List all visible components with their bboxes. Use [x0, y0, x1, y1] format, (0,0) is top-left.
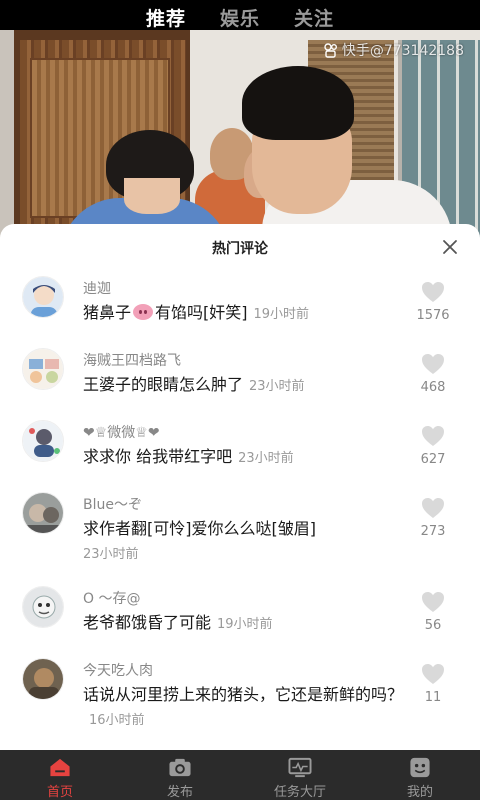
avatar-image-icon: [23, 587, 63, 627]
avatar[interactable]: [22, 658, 64, 700]
avatar[interactable]: [22, 276, 64, 318]
like-control[interactable]: 56: [404, 586, 462, 633]
comment-time: 19小时前: [253, 307, 310, 322]
comment-time: 19小时前: [217, 617, 273, 632]
comment-text-part: 王婆子的眼睛怎么肿了: [83, 375, 244, 394]
avatar[interactable]: [22, 348, 64, 390]
comment-author[interactable]: 迪迦: [83, 278, 111, 298]
close-icon[interactable]: [440, 237, 460, 257]
video-watermark: 快手@773142188: [323, 40, 464, 60]
nav-publish[interactable]: 发布: [120, 750, 240, 800]
comment-item: Blue～ぞ 求作者翻[可怜]爱你么么哒[皱眉] 23小时前 273: [0, 492, 480, 578]
nav-label: 发布: [166, 785, 193, 800]
tab-following[interactable]: 关注: [294, 6, 334, 36]
nav-label: 我的: [406, 785, 433, 800]
comment-text-part: 求作者翻[可怜]爱你么么哒[皱眉]: [83, 519, 316, 538]
comment-author[interactable]: O ～存@: [83, 588, 140, 608]
comment-text: 猪鼻子 有馅吗[奸笑] 19小时前: [83, 301, 413, 327]
like-control[interactable]: 468: [404, 348, 462, 395]
like-count: 273: [420, 524, 446, 539]
avatar-image-icon: [23, 349, 63, 389]
video-scene-man-hair: [242, 66, 354, 140]
pig-nose-emoji-icon: [133, 304, 154, 320]
app-screen: 推荐 娱乐 关注 快手@773142188 热门评论 迪迦 猪鼻子 有馅吗[奸笑…: [0, 0, 480, 800]
comment-text-part: 话说从河里捞上来的猪头，它还是新鲜的吗？: [83, 685, 404, 704]
nav-label: 首页: [46, 785, 73, 800]
like-control[interactable]: 11: [404, 658, 462, 705]
avatar-image-icon: [23, 493, 63, 533]
avatar-image-icon: [23, 421, 63, 461]
like-control[interactable]: 273: [404, 492, 462, 539]
comment-item: 海贼王四档路飞 王婆子的眼睛怎么肿了 23小时前 468: [0, 348, 480, 412]
comment-text-part: 猪鼻子: [83, 303, 132, 322]
comment-text: 老爷都饿昏了可能 19小时前: [83, 611, 413, 637]
like-count: 56: [424, 618, 442, 633]
watermark-text: 快手@773142188: [341, 43, 464, 59]
comment-text: 求求你 给我带红字吧 23小时前: [83, 445, 413, 471]
camera-icon: [169, 758, 191, 777]
nav-profile[interactable]: 我的: [360, 750, 480, 800]
nav-label: 任务大厅: [273, 785, 326, 800]
like-count: 627: [420, 452, 446, 467]
comment-text-part: 老爷都饿昏了可能: [83, 613, 212, 632]
nav-home[interactable]: 首页: [0, 750, 120, 800]
like-control[interactable]: 627: [404, 420, 462, 467]
heart-icon[interactable]: [420, 424, 446, 448]
comment-panel-title: 热门评论: [212, 241, 268, 257]
like-control[interactable]: 1576: [404, 276, 462, 323]
video-scene-woman-face: [124, 178, 180, 214]
avatar-image-icon: [23, 659, 63, 699]
heart-icon[interactable]: [420, 590, 446, 614]
comment-time: 16小时前: [89, 713, 145, 728]
comment-text: 求作者翻[可怜]爱你么么哒[皱眉] 23小时前: [83, 517, 413, 567]
like-count: 468: [420, 380, 446, 395]
top-tabs: 推荐 娱乐 关注: [0, 6, 480, 36]
comment-author[interactable]: 海贼王四档路飞: [83, 350, 181, 370]
comment-time: 23小时前: [238, 451, 294, 466]
comment-time: 23小时前: [83, 547, 139, 562]
avatar[interactable]: [22, 420, 64, 462]
heart-icon[interactable]: [420, 352, 446, 376]
avatar[interactable]: [22, 492, 64, 534]
heart-icon[interactable]: [420, 280, 446, 304]
comment-item: O ～存@ 老爷都饿昏了可能 19小时前 56: [0, 586, 480, 650]
comment-text: 王婆子的眼睛怎么肿了 23小时前: [83, 373, 413, 399]
comment-item: 迪迦 猪鼻子 有馅吗[奸笑] 19小时前 1576: [0, 276, 480, 340]
comment-text-part: 求求你 给我带红字吧: [83, 447, 233, 466]
avatar-image-icon: [23, 277, 63, 317]
kuaishou-logo-icon: [324, 43, 337, 58]
comment-time: 23小时前: [249, 379, 305, 394]
comment-panel-header: 热门评论: [0, 224, 480, 270]
tab-entertainment[interactable]: 娱乐: [220, 6, 260, 36]
heart-icon[interactable]: [420, 496, 446, 520]
like-count: 1576: [416, 308, 450, 323]
bottom-nav: 首页 发布 任务大厅 我的: [0, 750, 480, 800]
comment-item: 今天吃人肉 话说从河里捞上来的猪头，它还是新鲜的吗？ 16小时前 11: [0, 658, 480, 744]
comment-item: ❤♕微微♕❤ 求求你 给我带红字吧 23小时前 627: [0, 420, 480, 484]
comment-author[interactable]: 今天吃人肉: [83, 660, 153, 680]
comment-author[interactable]: ❤♕微微♕❤: [83, 422, 160, 442]
comment-panel: 热门评论 迪迦 猪鼻子 有馅吗[奸笑] 19小时前 1576 海贼王四档路飞 王…: [0, 224, 480, 750]
nav-task-hall[interactable]: 任务大厅: [240, 750, 360, 800]
profile-icon: [410, 757, 430, 778]
comment-author[interactable]: Blue～ぞ: [83, 494, 142, 514]
avatar[interactable]: [22, 586, 64, 628]
comment-text: 话说从河里捞上来的猪头，它还是新鲜的吗？ 16小时前: [83, 683, 413, 733]
tab-recommend[interactable]: 推荐: [146, 6, 186, 36]
home-icon: [50, 758, 70, 777]
monitor-icon: [288, 757, 312, 778]
video-player[interactable]: 推荐 娱乐 关注 快手@773142188: [0, 0, 480, 260]
comment-text-part: 有馅吗[奸笑]: [155, 303, 248, 322]
heart-icon[interactable]: [420, 662, 446, 686]
like-count: 11: [424, 690, 442, 705]
